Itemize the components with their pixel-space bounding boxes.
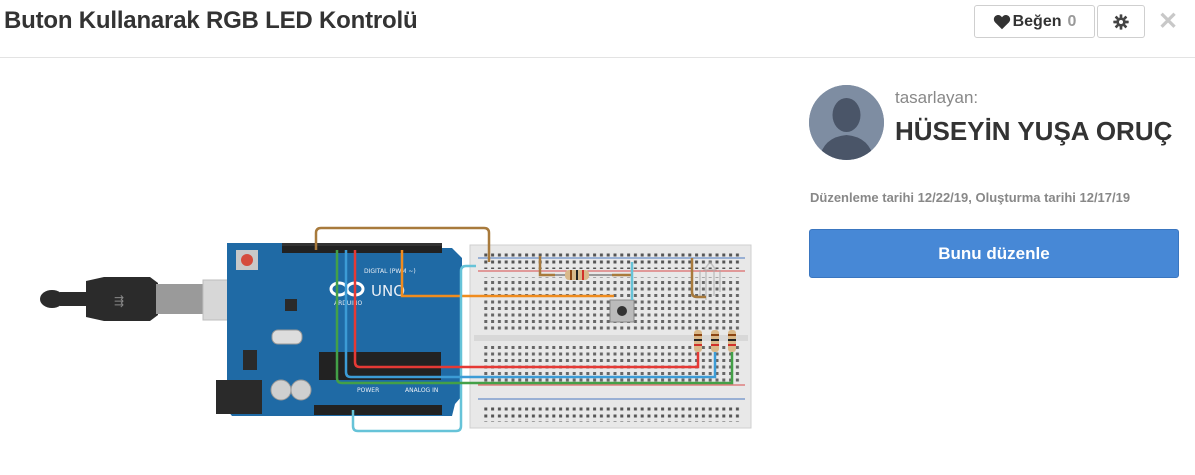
settings-button[interactable] [1097,5,1145,38]
power-label: POWER [357,387,379,394]
heart-icon [993,14,1010,29]
svg-text:⇶: ⇶ [114,294,124,308]
avatar[interactable] [809,85,884,160]
page-title: Buton Kullanarak RGB LED Kontrolü [4,7,418,34]
circuit-canvas[interactable]: ⇶ DIGITAL (PWM ~) UNO ARDUINO POWER ANAL… [0,58,780,470]
edit-create-dates: Düzenleme tarihi 12/22/19, Oluşturma tar… [810,190,1131,205]
close-icon: ✕ [1157,7,1179,35]
close-button[interactable]: ✕ [1157,7,1179,35]
like-button[interactable]: Beğen 0 [974,5,1095,38]
arduino-brand-label: ARDUINO [334,300,363,307]
like-count: 0 [1067,12,1077,30]
breadboard [469,244,752,429]
like-label: Beğen [1012,12,1062,30]
arduino-board: DIGITAL (PWM ~) UNO ARDUINO POWER ANALOG… [216,243,462,416]
digital-label: DIGITAL (PWM ~) [364,268,416,275]
header-bar: Buton Kullanarak RGB LED Kontrolü Beğen … [0,0,1195,58]
edit-design-button[interactable]: Bunu düzenle [809,229,1179,278]
push-button-component [609,299,635,323]
analog-label: ANALOG IN [405,387,438,394]
designer-label: tasarlayan: [895,88,979,107]
uno-label: UNO [371,282,405,300]
circuit-diagram: ⇶ DIGITAL (PWM ~) UNO ARDUINO POWER ANAL… [40,226,752,433]
designer-name[interactable]: HÜSEYİN YUŞA ORUÇ [895,116,1172,147]
user-silhouette-icon [809,85,884,160]
gear-icon [1113,13,1129,30]
